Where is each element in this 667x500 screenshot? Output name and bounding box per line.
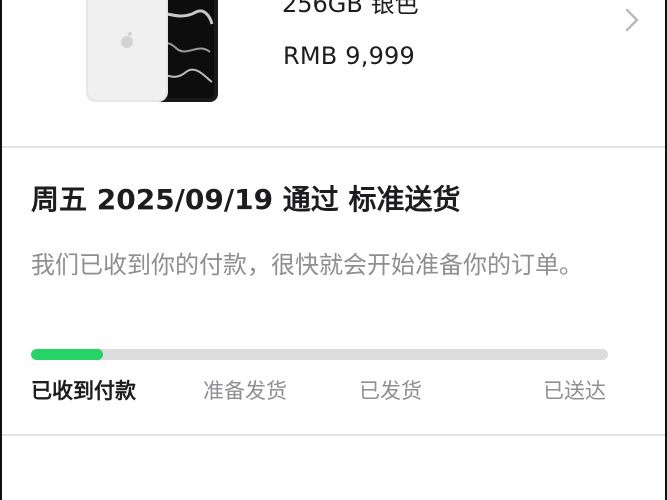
step-preparing-shipment: 准备发货 xyxy=(203,379,287,403)
step-shipped: 已发货 xyxy=(359,379,422,403)
delivery-progress-bar xyxy=(31,349,608,360)
ipad-pro-silver-icon xyxy=(86,0,218,102)
delivery-status-message: 我们已收到你的付款，很快就会开始准备你的订单。 xyxy=(31,251,583,279)
section-divider-bottom xyxy=(2,434,665,436)
product-price: RMB 9,999 xyxy=(283,42,415,70)
section-divider xyxy=(2,146,665,148)
delivery-date-title: 周五 2025/09/19 通过 标准送货 xyxy=(31,183,461,216)
product-name: 256GB 银色 xyxy=(282,0,419,18)
chevron-right-icon[interactable] xyxy=(622,6,642,34)
step-payment-received: 已收到付款 xyxy=(31,379,136,403)
step-delivered: 已送达 xyxy=(543,379,606,403)
order-item-row[interactable]: 256GB 银色 RMB 9,999 xyxy=(2,0,665,146)
delivery-progress-fill xyxy=(31,349,104,360)
